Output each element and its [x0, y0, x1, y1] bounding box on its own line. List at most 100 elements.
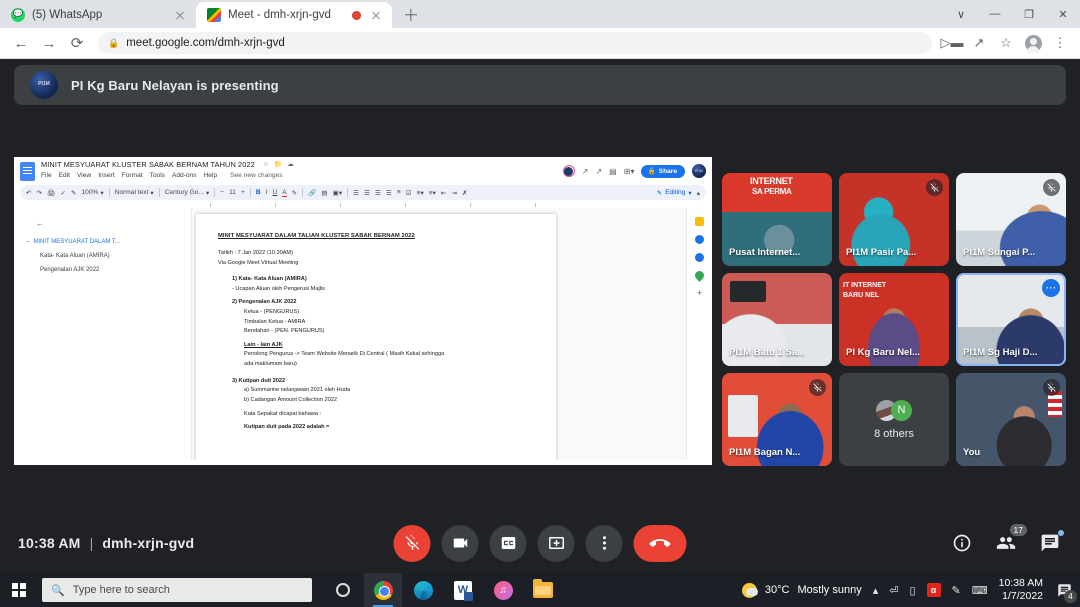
participant-tile[interactable]: PI Kg Baru Nel...: [839, 273, 949, 366]
captions-button[interactable]: [489, 524, 527, 562]
cortana-button[interactable]: [324, 573, 362, 607]
decrease-indent-icon[interactable]: ⇤: [441, 189, 447, 197]
presentation-stage[interactable]: MINIT MESYUARAT KLUSTER SABAK BERNAM TAH…: [14, 157, 712, 465]
spelling-icon[interactable]: ✓: [60, 189, 66, 197]
taskbar-search-box[interactable]: 🔍 Type here to search: [42, 578, 312, 602]
share-button[interactable]: 🔒 Share: [641, 164, 685, 178]
decrease-font-size-button[interactable]: −: [220, 189, 224, 196]
close-window-button[interactable]: ✕: [1046, 0, 1080, 28]
add-comment-icon[interactable]: ⊞▾: [624, 167, 635, 176]
bookmark-star-icon[interactable]: ☆: [994, 31, 1018, 55]
print-icon[interactable]: 🖨: [47, 189, 55, 197]
collapse-icon[interactable]: –: [26, 239, 29, 245]
profile-avatar-icon[interactable]: [1021, 31, 1045, 55]
active-collaborator-avatar[interactable]: [562, 165, 575, 177]
document-canvas[interactable]: MINIT MESYUARAT DALAM TALIAN KLUSTER SAB…: [192, 208, 712, 460]
participant-tile[interactable]: PI1M Batu 1 Sa...: [722, 273, 832, 366]
menu-insert[interactable]: Insert: [98, 172, 115, 179]
keyboard-icon[interactable]: ⌨: [972, 584, 988, 597]
participant-tile[interactable]: PI1M Bagan N...: [722, 373, 832, 466]
comment-history-icon[interactable]: ▤: [609, 167, 617, 176]
participant-tile[interactable]: Pusat Internet...: [722, 173, 832, 266]
move-to-folder-icon[interactable]: 📁: [274, 160, 282, 168]
forward-icon[interactable]: →: [36, 30, 62, 56]
document-page[interactable]: MINIT MESYUARAT DALAM TALIAN KLUSTER SAB…: [196, 214, 556, 460]
menu-add-ons[interactable]: Add-ons: [172, 172, 197, 179]
chrome-menu-icon[interactable]: ⋮: [1048, 31, 1072, 55]
version-history-icon[interactable]: ↗: [595, 167, 602, 176]
browser-tab-meet[interactable]: Meet - dmh-xrjn-gvd: [196, 2, 392, 28]
menu-view[interactable]: View: [77, 172, 91, 179]
tasks-icon[interactable]: [695, 235, 704, 244]
more-options-button[interactable]: [585, 524, 623, 562]
itunes-taskbar-button[interactable]: ♫: [484, 573, 522, 607]
increase-font-size-button[interactable]: +: [241, 189, 245, 196]
browser-tab-whatsapp[interactable]: (5) WhatsApp: [0, 2, 196, 28]
paragraph-style-dropdown[interactable]: Normal text ▾: [115, 189, 154, 197]
chrome-taskbar-button[interactable]: [364, 573, 402, 607]
camera-icon[interactable]: ⏎: [889, 584, 898, 597]
italic-button[interactable]: I: [266, 189, 268, 196]
menu-tools[interactable]: Tools: [150, 172, 165, 179]
paint-format-icon[interactable]: ✎: [71, 189, 77, 197]
undo-icon[interactable]: ↶: [26, 189, 32, 197]
leave-call-button[interactable]: [633, 524, 687, 562]
editing-mode-dropdown[interactable]: ✎ Editing ▾: [657, 189, 692, 197]
checklist-icon[interactable]: ☑: [406, 189, 412, 197]
pen-icon[interactable]: ✎: [952, 584, 961, 597]
microphone-button[interactable]: [393, 524, 431, 562]
show-everyone-button[interactable]: 17: [994, 524, 1027, 555]
more-options-icon[interactable]: ⋯: [1042, 279, 1060, 297]
chat-button[interactable]: [1038, 530, 1064, 555]
increase-indent-icon[interactable]: ⇥: [451, 189, 457, 197]
maps-icon[interactable]: [693, 269, 706, 282]
others-tile[interactable]: N 8 others: [839, 373, 949, 466]
align-right-icon[interactable]: ☰: [375, 189, 381, 197]
share-icon[interactable]: ↗: [967, 31, 991, 55]
add-ons-plus-icon[interactable]: +: [697, 289, 702, 298]
docs-ruler[interactable]: [20, 201, 706, 208]
taskbar-clock[interactable]: 10:38 AM 1/7/2022: [999, 577, 1043, 603]
star-icon[interactable]: ☆: [263, 160, 269, 168]
notification-center-button[interactable]: 4: [1054, 580, 1077, 603]
insert-link-icon[interactable]: 🔗: [308, 189, 316, 197]
bold-button[interactable]: B: [256, 189, 261, 196]
participant-tile-active-speaker[interactable]: ⋯ PI1M Sg Haji D...: [956, 273, 1066, 366]
edge-taskbar-button[interactable]: [404, 573, 442, 607]
menu-help[interactable]: Help: [204, 172, 218, 179]
camera-button[interactable]: [441, 524, 479, 562]
battery-icon[interactable]: ▯: [909, 584, 915, 597]
contacts-icon[interactable]: [695, 253, 704, 262]
align-center-icon[interactable]: ☰: [364, 189, 370, 197]
outline-item-heading[interactable]: – MINIT MESYUARAT DALAM T...: [26, 239, 183, 245]
menu-format[interactable]: Format: [122, 172, 143, 179]
line-spacing-icon[interactable]: ≡: [397, 189, 401, 196]
cast-icon[interactable]: ▷▬: [940, 31, 964, 55]
bulleted-list-icon[interactable]: ≡▾: [417, 189, 424, 197]
participant-tile[interactable]: PI1M Sungai P...: [956, 173, 1066, 266]
justify-icon[interactable]: ☰: [386, 189, 392, 197]
add-comment-toolbar-icon[interactable]: ▤: [321, 189, 327, 197]
back-icon[interactable]: ←: [8, 30, 34, 56]
docs-account-avatar[interactable]: PI1M: [692, 164, 706, 178]
insert-image-icon[interactable]: ▣▾: [333, 189, 343, 197]
word-taskbar-button[interactable]: [444, 573, 482, 607]
cloud-status-icon[interactable]: ☁: [287, 160, 294, 168]
font-dropdown[interactable]: Century Go... ▾: [165, 189, 210, 197]
edit-history-icon[interactable]: ↗: [582, 167, 589, 176]
reload-icon[interactable]: ⟳: [64, 30, 90, 56]
minimize-button[interactable]: —: [978, 0, 1012, 28]
recording-indicator-icon[interactable]: [352, 10, 361, 20]
present-now-button[interactable]: [537, 524, 575, 562]
outline-item-sub-2[interactable]: Pengenalan AJK 2022: [40, 267, 183, 273]
zoom-dropdown[interactable]: 100% ▾: [82, 189, 104, 197]
keep-icon[interactable]: [695, 217, 704, 226]
underline-button[interactable]: U: [272, 189, 277, 196]
maximize-button[interactable]: ❐: [1012, 0, 1046, 28]
outline-item-sub-1[interactable]: Kata- Kata Aluan (AMIRA): [40, 253, 183, 259]
show-hidden-icons-chevron[interactable]: ▴: [873, 584, 879, 597]
start-button[interactable]: [0, 573, 38, 607]
font-size-value[interactable]: 11: [229, 189, 236, 196]
numbered-list-icon[interactable]: ≡▾: [429, 189, 436, 197]
participant-tile-self[interactable]: You: [956, 373, 1066, 466]
